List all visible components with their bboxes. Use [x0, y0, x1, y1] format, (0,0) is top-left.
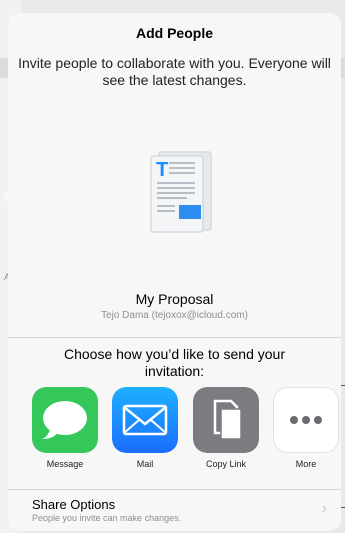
share-options-subtitle: People you invite can make changes.	[32, 513, 182, 523]
more-button[interactable]: More	[271, 387, 341, 469]
background-divider	[341, 507, 345, 508]
pages-document-icon: T	[150, 151, 212, 233]
choose-send-method-label: Choose how you’d like to send your invit…	[63, 346, 286, 379]
svg-text:T: T	[156, 159, 168, 181]
document-owner: Tejo Dama (tejoxox@icloud.com)	[101, 310, 248, 321]
more-icon	[273, 387, 339, 453]
more-label: More	[295, 459, 317, 469]
copy-link-label: Copy Link	[205, 459, 247, 469]
popover-subtitle: Invite people to collaborate with you. E…	[18, 55, 331, 88]
share-apps-row: Message Mail Copy Link More	[8, 387, 341, 487]
popover-title: Add People	[135, 25, 213, 41]
share-options-row[interactable]: Share Options People you invite can make…	[8, 490, 341, 531]
mail-icon	[112, 387, 178, 453]
message-app-button[interactable]: Message	[30, 387, 100, 469]
section-divider	[8, 337, 341, 338]
copy-link-button[interactable]: Copy Link	[191, 387, 261, 469]
message-app-label: Message	[46, 459, 84, 469]
mail-app-button[interactable]: Mail	[110, 387, 180, 469]
share-options-title: Share Options	[32, 497, 116, 512]
mail-app-label: Mail	[136, 459, 154, 469]
background-divider	[341, 385, 345, 386]
add-people-popover: Add People Invite people to collaborate …	[8, 13, 341, 531]
copy-link-icon	[193, 387, 259, 453]
document-name: My Proposal	[135, 291, 214, 307]
chevron-right-icon: ›	[321, 500, 327, 517]
message-icon	[32, 387, 98, 453]
